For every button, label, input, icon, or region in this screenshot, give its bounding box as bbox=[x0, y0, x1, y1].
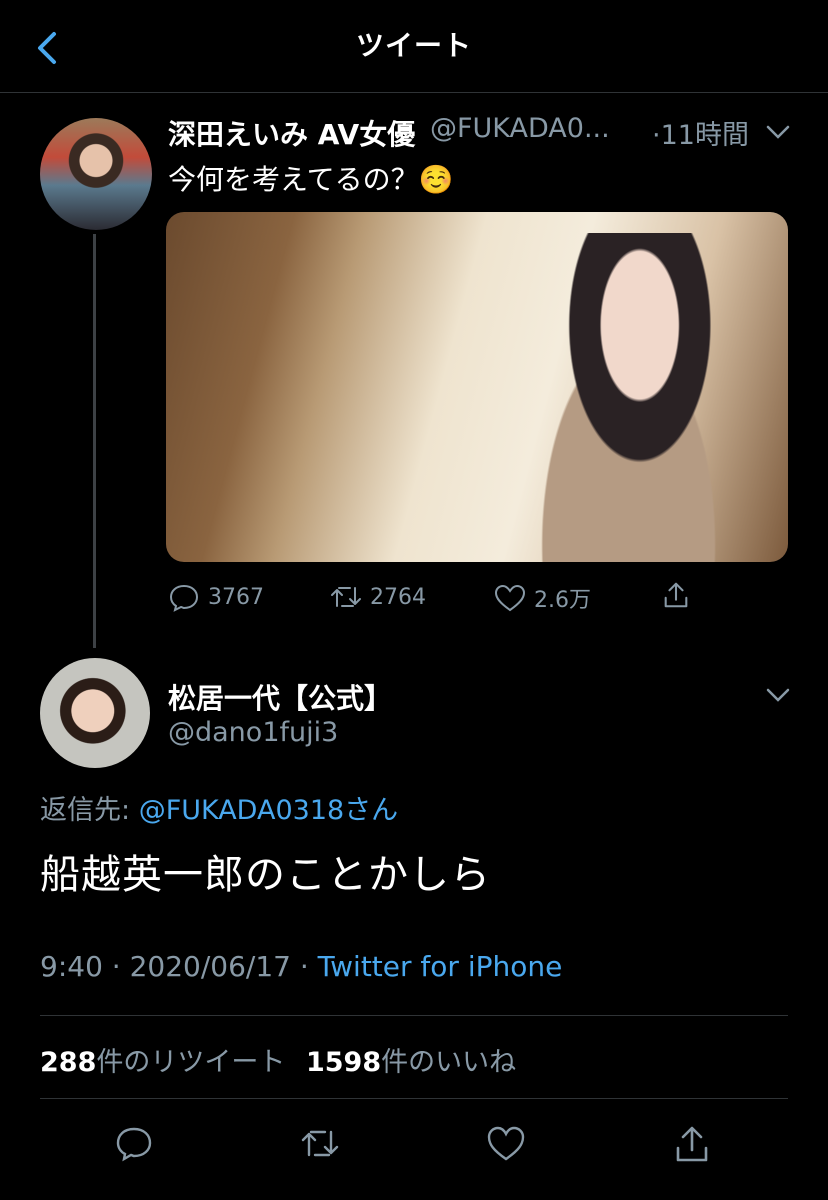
chevron-down-icon bbox=[766, 688, 790, 702]
retweets-stat[interactable]: 288件のリツイート bbox=[40, 1047, 285, 1078]
tweet-meta: 9:40 · 2020/06/17 · Twitter for iPhone bbox=[40, 950, 562, 983]
reply-count: 3767 bbox=[208, 584, 264, 610]
author-handle[interactable]: @FUKADA0... bbox=[430, 113, 610, 144]
retweet-icon bbox=[301, 1130, 339, 1157]
likes-stat[interactable]: 1598件のいいね bbox=[306, 1047, 516, 1078]
reply-icon bbox=[116, 1127, 152, 1162]
reply-author-name[interactable]: 松居一代【公式】 bbox=[168, 677, 392, 717]
tweet-text: 今何を考えてるの？☺️ bbox=[168, 163, 454, 196]
tweet-time: ·11時間 bbox=[652, 120, 749, 151]
photo-subject bbox=[539, 233, 764, 562]
reply-button[interactable] bbox=[114, 1124, 154, 1164]
tweet-photo[interactable] bbox=[166, 212, 788, 562]
like-button[interactable]: 2.6万 bbox=[494, 582, 591, 614]
reply-menu-button[interactable] bbox=[762, 683, 794, 707]
divider bbox=[40, 1015, 788, 1016]
share-icon bbox=[676, 1126, 708, 1162]
page-title: ツイート bbox=[355, 29, 472, 62]
retweet-count: 2764 bbox=[370, 584, 426, 610]
tweet-menu-button[interactable] bbox=[762, 120, 794, 144]
reply-text: 船越英一郎のことかしら bbox=[40, 852, 491, 898]
reply-author-handle[interactable]: @dano1fuji3 bbox=[168, 717, 338, 748]
reply-icon bbox=[169, 584, 199, 612]
author-name[interactable]: 深田えいみ AV女優 bbox=[168, 113, 415, 153]
retweet-total: 288 bbox=[40, 1047, 97, 1078]
heart-icon bbox=[487, 1126, 525, 1161]
reply-to: 返信先: @FUKADA0318さん bbox=[40, 788, 398, 827]
reply-button[interactable]: 3767 bbox=[168, 582, 264, 612]
reply-to-label: 返信先: bbox=[40, 795, 139, 826]
avatar[interactable] bbox=[40, 118, 152, 230]
share-button[interactable] bbox=[672, 1124, 712, 1164]
thread-line bbox=[93, 234, 96, 648]
retweet-icon bbox=[331, 587, 361, 607]
like-total: 1598 bbox=[305, 1047, 382, 1078]
heart-icon bbox=[494, 584, 526, 612]
engagement-stats: 288件のリツイート 1598件のいいね bbox=[40, 1040, 516, 1079]
tweet-timestamp: 9:40 · 2020/06/17 · bbox=[40, 950, 318, 983]
divider bbox=[40, 1098, 788, 1099]
retweet-button[interactable]: 2764 bbox=[330, 582, 426, 612]
share-button[interactable] bbox=[660, 580, 692, 610]
like-total-label: 件のいいね bbox=[381, 1047, 517, 1078]
like-count: 2.6万 bbox=[534, 588, 591, 613]
header-divider bbox=[0, 92, 828, 93]
share-icon bbox=[664, 582, 688, 608]
like-button[interactable] bbox=[486, 1124, 526, 1164]
retweet-button[interactable] bbox=[300, 1124, 340, 1164]
chevron-down-icon bbox=[766, 125, 790, 139]
retweet-total-label: 件のリツイート bbox=[96, 1047, 286, 1078]
reply-to-handle-link[interactable]: @FUKADA0318さん bbox=[139, 795, 399, 826]
source-link[interactable]: Twitter for iPhone bbox=[318, 950, 563, 983]
avatar[interactable] bbox=[40, 658, 150, 768]
